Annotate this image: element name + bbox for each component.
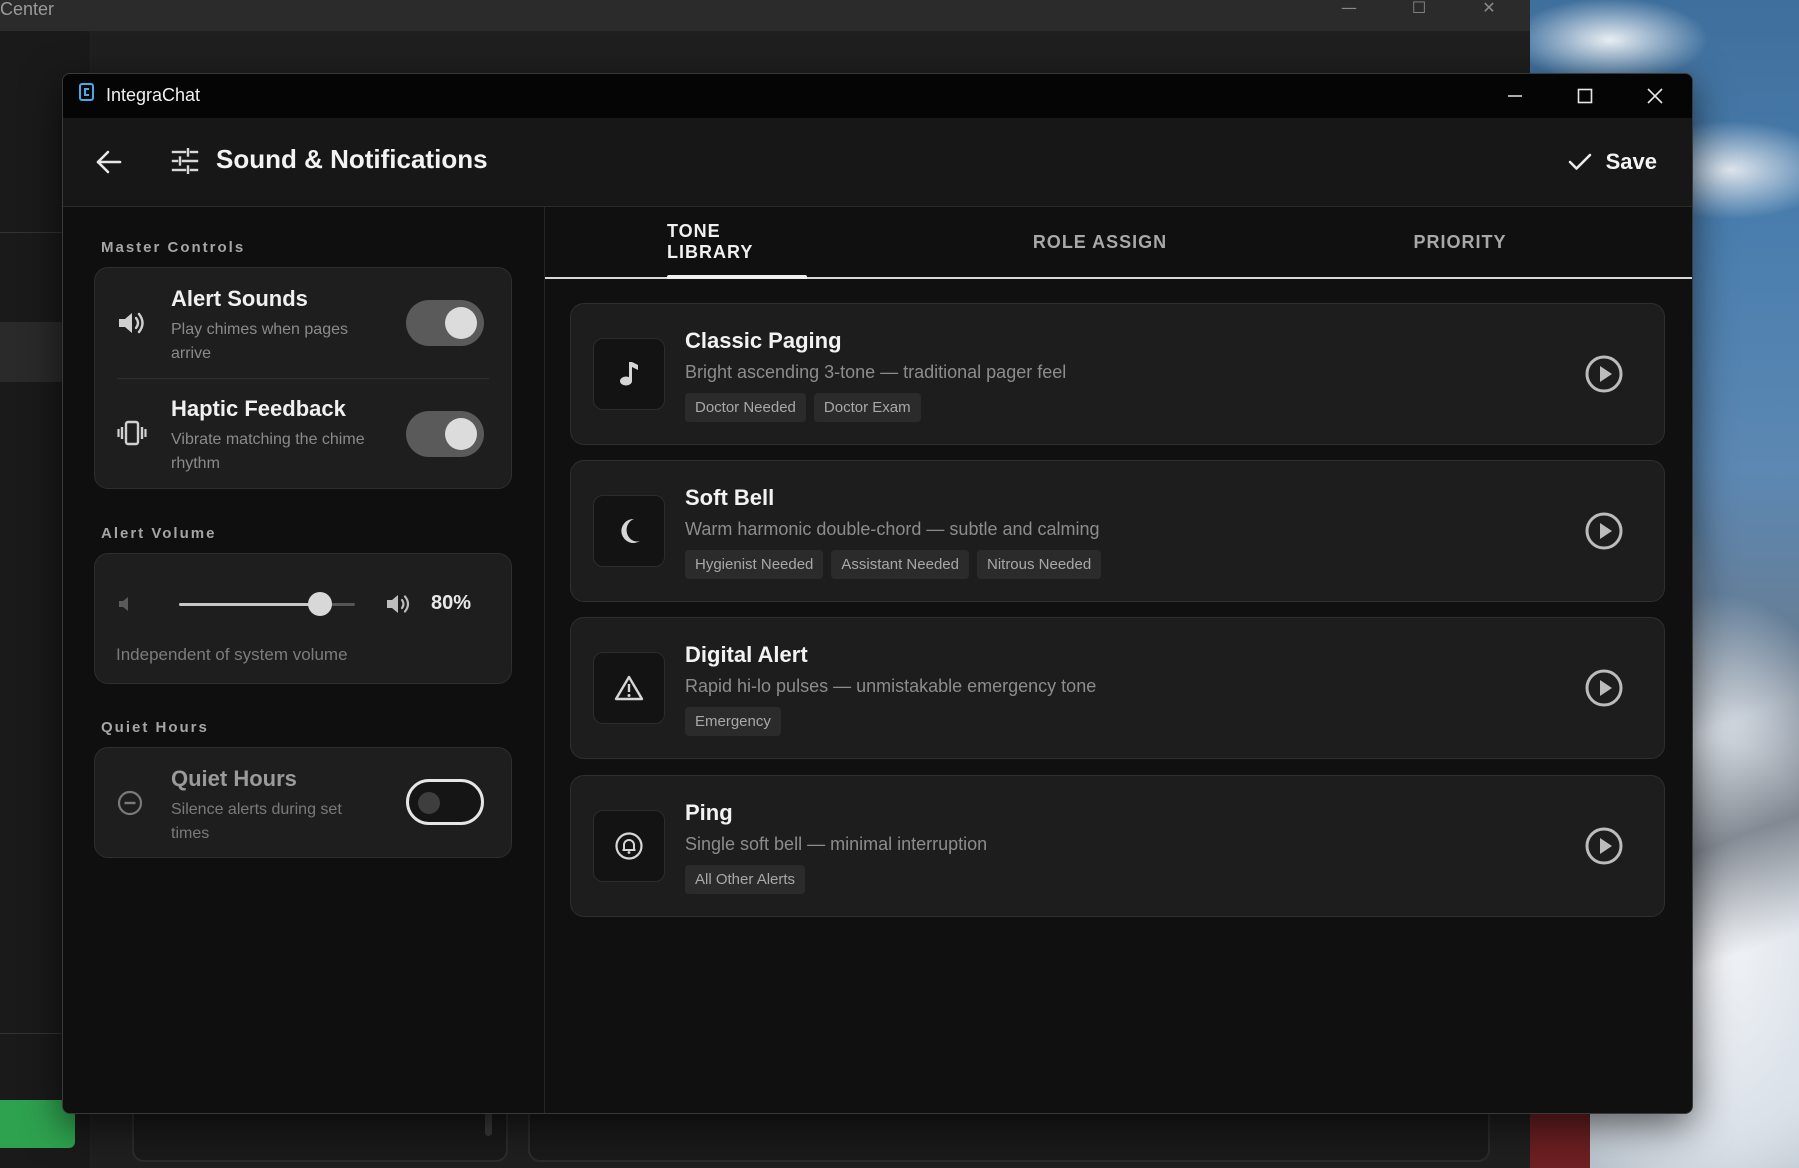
haptic-feedback-row: Haptic Feedback Vibrate matching the chi…: [95, 379, 511, 489]
tone-description: Rapid hi-lo pulses — unmistakable emerge…: [685, 676, 1097, 696]
moon-icon: [621, 518, 640, 543]
role-tag: Assistant Needed: [831, 550, 969, 579]
toggle-knob: [445, 307, 477, 339]
play-icon[interactable]: [1584, 826, 1624, 866]
role-tag: All Other Alerts: [685, 865, 806, 894]
role-tag: Nitrous Needed: [976, 550, 1102, 579]
speaker-icon: [119, 312, 144, 334]
music-note-icon: [620, 362, 638, 386]
tune-settings-icon: [171, 148, 199, 174]
page-header: Sound & Notifications Save: [63, 118, 1692, 207]
quiet-hours-toggle[interactable]: [406, 779, 484, 825]
tab-priority[interactable]: PRIORITY: [1395, 207, 1525, 277]
tone-card-ping[interactable]: Ping Single soft bell — minimal interrup…: [570, 775, 1665, 917]
tone-name: Classic Paging: [685, 328, 842, 353]
background-window-titlebar: Center — ☐ ✕: [0, 0, 1530, 31]
alert-sounds-title: Alert Sounds: [171, 286, 308, 311]
tab-role-assign[interactable]: ROLE ASSIGN: [1025, 207, 1175, 277]
master-controls-card: Alert Sounds Play chimes when pages arri…: [94, 267, 512, 489]
quiet-hours-label: Quiet Hours: [101, 719, 209, 736]
window-titlebar: IntegraChat: [63, 74, 1692, 118]
volume-slider-thumb[interactable]: [307, 592, 332, 616]
volume-slider[interactable]: [179, 592, 355, 616]
quiet-hours-card: Quiet Hours Silence alerts during set ti…: [94, 747, 512, 858]
tone-name: Digital Alert: [685, 642, 808, 667]
tone-content: TONE LIBRARY ROLE ASSIGN PRIORITY Classi…: [545, 207, 1692, 1113]
play-icon[interactable]: [1584, 354, 1624, 394]
tone-name: Soft Bell: [685, 485, 775, 510]
settings-sidebar: Master Controls Alert Sounds Play chimes…: [63, 207, 545, 1113]
volume-slider-fill: [179, 603, 320, 606]
close-icon: [1647, 88, 1663, 104]
volume-percentage: 80%: [431, 592, 472, 614]
alert-sounds-desc: Play chimes when pages arrive: [171, 321, 348, 362]
close-button[interactable]: [1620, 74, 1690, 118]
toggle-knob: [445, 418, 477, 450]
maximize-icon: [1577, 88, 1593, 104]
page-title: Sound & Notifications: [216, 144, 488, 174]
maximize-button[interactable]: [1550, 74, 1620, 118]
checkmark-icon: [1568, 153, 1591, 170]
background-minimize-icon[interactable]: —: [1329, 0, 1369, 20]
vibrate-icon: [117, 420, 147, 446]
minimize-icon: [1508, 95, 1522, 97]
quiet-hours-title: Quiet Hours: [171, 766, 297, 791]
tone-card-classic-paging[interactable]: Classic Paging Bright ascending 3-tone —…: [570, 303, 1665, 445]
arrow-left-icon: [96, 150, 122, 174]
quiet-hours-desc: Silence alerts during set times: [171, 801, 342, 842]
tone-icon-box: [593, 338, 665, 410]
role-tag: Emergency: [685, 707, 781, 736]
do-not-disturb-icon: [117, 790, 143, 816]
tone-tags: Emergency: [685, 707, 781, 736]
save-label: Save: [1605, 149, 1657, 174]
background-close-icon[interactable]: ✕: [1469, 0, 1509, 20]
tone-tags: Hygienist Needed Assistant Needed Nitrou…: [685, 550, 1102, 579]
alert-volume-card: 80% Independent of system volume: [94, 553, 512, 684]
role-tag: Doctor Exam: [813, 393, 921, 422]
volume-high-icon[interactable]: [385, 592, 411, 616]
tone-description: Bright ascending 3-tone — traditional pa…: [685, 362, 1067, 382]
play-icon[interactable]: [1584, 668, 1624, 708]
alert-sounds-row: Alert Sounds Play chimes when pages arri…: [95, 268, 511, 378]
background-divider: [0, 232, 62, 233]
toggle-knob: [418, 792, 440, 814]
tone-tags: All Other Alerts: [685, 865, 806, 894]
minimize-button[interactable]: [1480, 74, 1550, 118]
background-window-title: Center: [0, 0, 55, 19]
integrachat-window: IntegraChat Sound & Notifications Save M…: [62, 73, 1693, 1114]
role-tag: Doctor Needed: [685, 393, 806, 422]
volume-note: Independent of system volume: [116, 645, 348, 664]
background-scrollbar[interactable]: [485, 1112, 492, 1136]
tone-card-soft-bell[interactable]: Soft Bell Warm harmonic double-chord — s…: [570, 460, 1665, 602]
back-button[interactable]: [89, 142, 129, 182]
volume-low-icon[interactable]: [117, 594, 135, 614]
alert-volume-label: Alert Volume: [101, 525, 217, 542]
tone-icon-box: [593, 652, 665, 724]
warning-triangle-icon: [614, 675, 644, 701]
tone-icon-box: [593, 495, 665, 567]
play-icon[interactable]: [1584, 511, 1624, 551]
bell-circle-icon: [615, 832, 643, 860]
save-button[interactable]: Save: [1568, 140, 1657, 184]
role-tag: Hygienist Needed: [685, 550, 824, 579]
tone-card-digital-alert[interactable]: Digital Alert Rapid hi-lo pulses — unmis…: [570, 617, 1665, 759]
tone-description: Warm harmonic double-chord — subtle and …: [685, 519, 1100, 539]
alert-sounds-toggle[interactable]: [406, 300, 484, 346]
app-title: IntegraChat: [106, 85, 201, 105]
haptic-feedback-title: Haptic Feedback: [171, 396, 346, 421]
haptic-feedback-toggle[interactable]: [406, 411, 484, 457]
tone-icon-box: [593, 810, 665, 882]
haptic-feedback-desc: Vibrate matching the chime rhythm: [171, 431, 365, 472]
tone-description: Single soft bell — minimal interruption: [685, 834, 988, 854]
background-divider: [0, 1033, 62, 1034]
background-selected-item[interactable]: [0, 322, 62, 382]
master-controls-label: Master Controls: [101, 239, 246, 256]
tone-name: Ping: [685, 800, 733, 825]
tone-tags: Doctor Needed Doctor Exam: [685, 393, 921, 422]
tab-tone-library[interactable]: TONE LIBRARY: [667, 207, 807, 279]
tab-bar: TONE LIBRARY ROLE ASSIGN PRIORITY: [545, 207, 1692, 279]
background-maximize-icon[interactable]: ☐: [1399, 0, 1439, 20]
app-logo-icon: [79, 83, 94, 101]
